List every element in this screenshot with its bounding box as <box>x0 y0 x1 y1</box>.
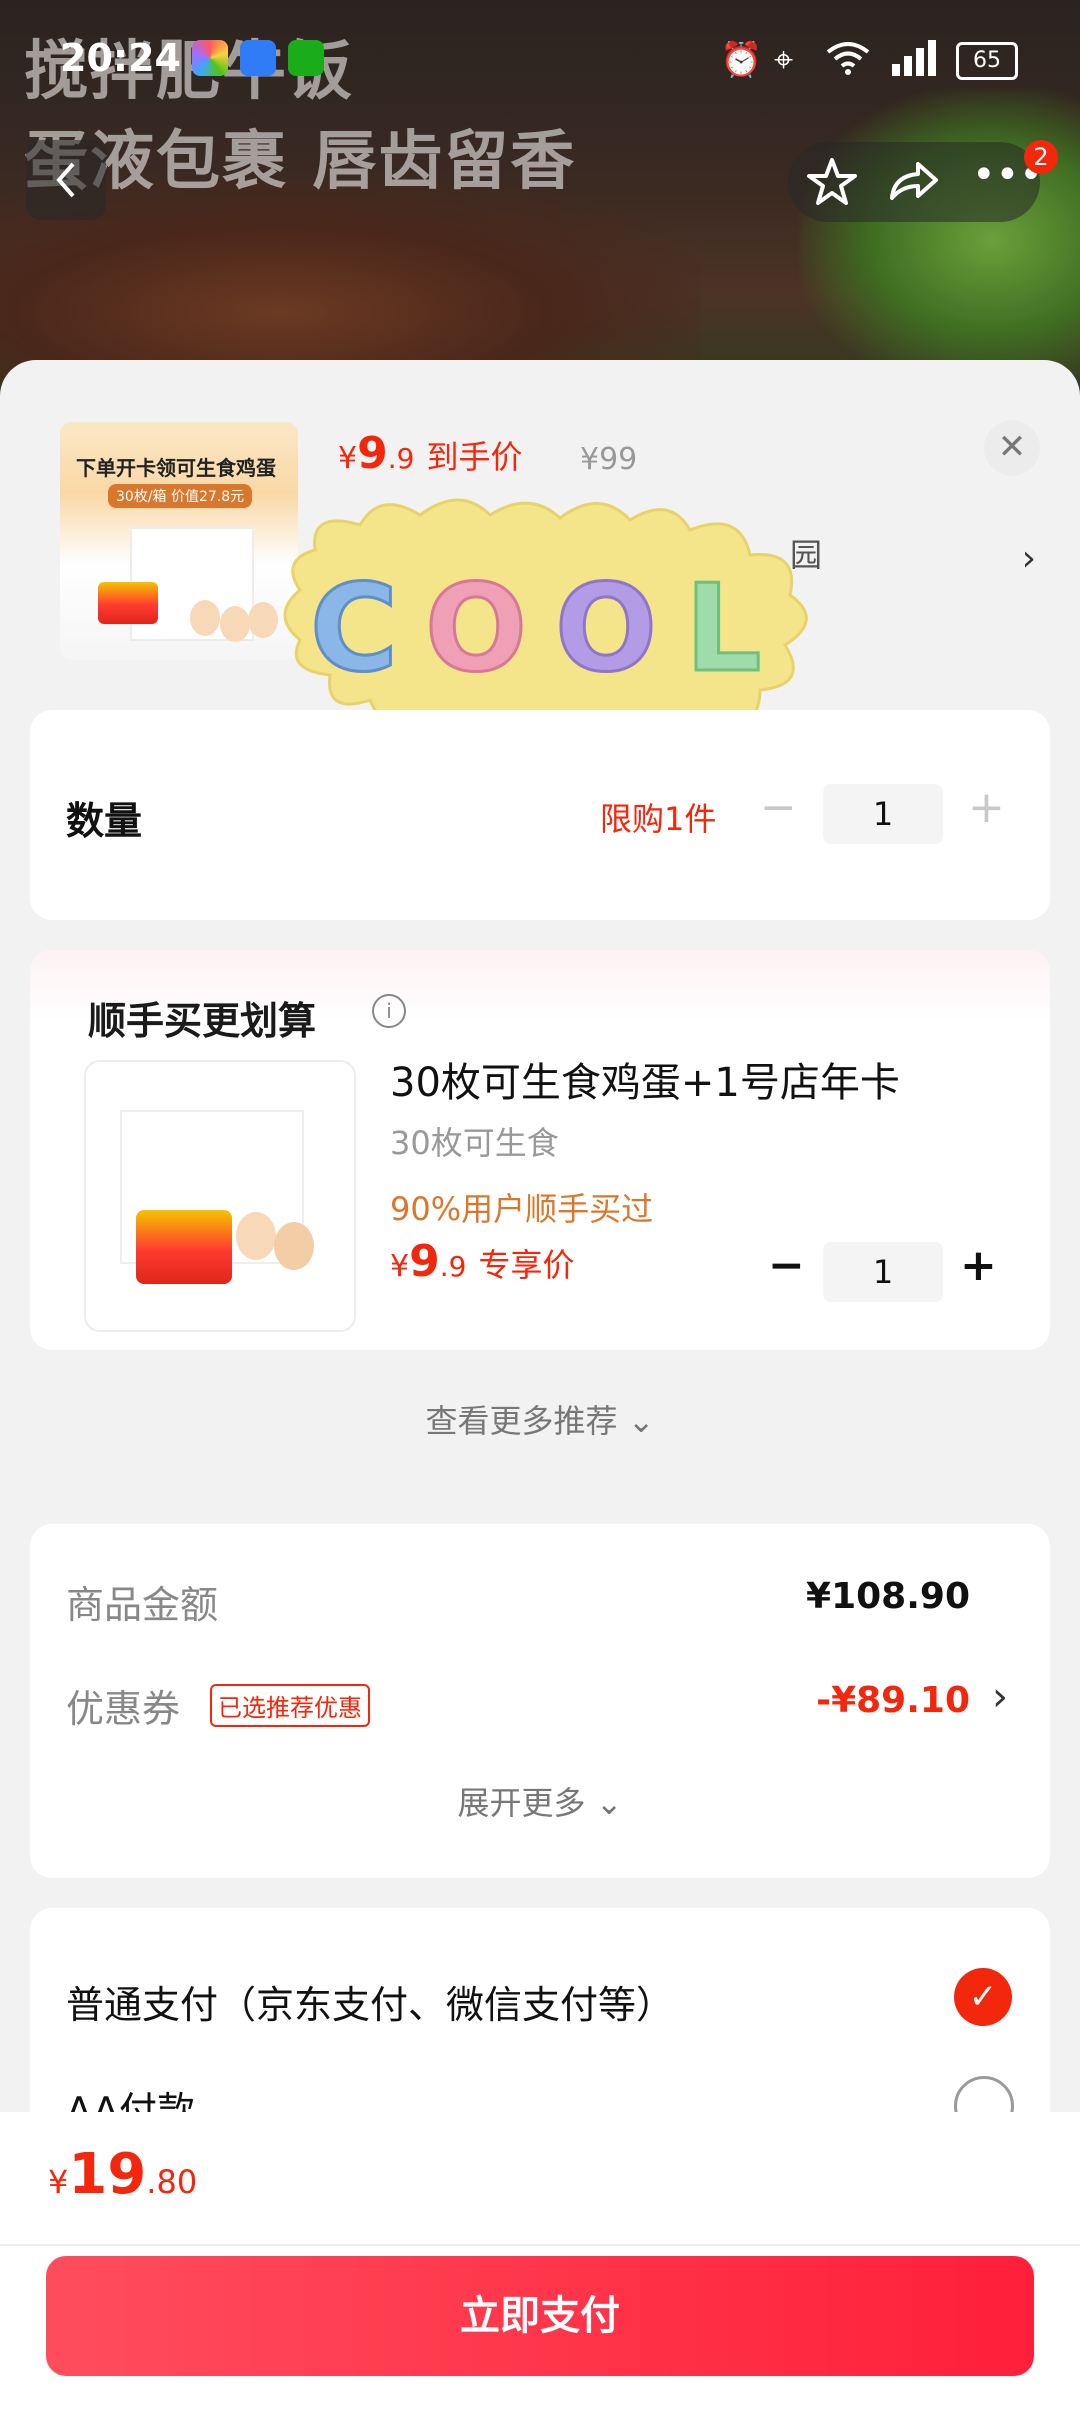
sticker-letter-l: L <box>685 560 761 699</box>
sticker-letter-o: O <box>425 560 527 699</box>
close-icon: ✕ <box>997 427 1027 467</box>
signal-icon <box>890 40 940 85</box>
photos-app-icon <box>192 40 228 76</box>
chevron-down-icon: ⌄ <box>627 1402 655 1440</box>
sticker-letter-o2: O <box>555 560 657 699</box>
share-icon <box>890 162 938 200</box>
payment-option-normal-check[interactable]: ✓ <box>954 1968 1012 2026</box>
price-decimal: .9 <box>439 1250 467 1283</box>
chevron-down-icon: ⌄ <box>595 1784 623 1822</box>
status-bar: 20:24 ⏰ ⌖ 65 <box>0 0 1080 110</box>
expand-more[interactable]: 展开更多 ⌄ <box>30 1778 1050 1824</box>
price-integer: 9 <box>357 428 388 479</box>
payment-option-normal[interactable]: 普通支付（京东支付、微信支付等） <box>66 1974 674 2029</box>
wifi-icon <box>826 40 870 85</box>
see-more-recommend[interactable]: 查看更多推荐 ⌄ <box>0 1396 1080 1442</box>
quantity-minus-button[interactable]: − <box>760 782 797 833</box>
price-symbol: ¥ <box>390 1249 410 1284</box>
wechat-app-icon <box>288 40 324 76</box>
close-button[interactable]: ✕ <box>984 420 1040 476</box>
quantity-label: 数量 <box>66 799 143 843</box>
pay-now-button[interactable]: 立即支付 <box>46 2256 1034 2376</box>
recommend-item-price: ¥9.9 专享价 <box>390 1236 574 1287</box>
product-price: ¥9.9 到手价 <box>338 428 522 479</box>
recommend-item-name[interactable]: 30枚可生食鸡蛋+1号店年卡 <box>390 1050 900 1108</box>
recommend-item-note: 90%用户顺手买过 <box>390 1190 654 1228</box>
info-icon[interactable]: i <box>372 994 406 1028</box>
quantity-card: 数量 限购1件 − 1 + <box>30 710 1050 920</box>
check-icon: ✓ <box>968 1977 998 2017</box>
sticker-letter-c: C <box>310 560 398 699</box>
goods-amount-label: 商品金额 <box>66 1583 219 1627</box>
price-label: 到手价 <box>426 438 523 476</box>
egg-image <box>220 606 250 642</box>
divider <box>0 2244 1080 2246</box>
price-label: 专享价 <box>478 1246 575 1284</box>
browser-app-icon <box>240 40 276 76</box>
alarm-icon: ⏰ <box>720 40 763 80</box>
back-button[interactable] <box>26 140 106 220</box>
recommend-minus-button[interactable]: − <box>768 1240 805 1291</box>
notification-badge: 2 <box>1024 140 1058 174</box>
recommend-card: 顺手买更划算 i 30枚可生食鸡蛋+1号店年卡 30枚可生食 90%用户顺手买过… <box>30 950 1050 1350</box>
price-symbol: ¥ <box>338 441 358 476</box>
location-icon: ⌖ <box>774 40 794 80</box>
favorite-button[interactable] <box>802 152 862 216</box>
member-card-image <box>98 582 158 624</box>
share-button[interactable] <box>884 154 940 214</box>
recommend-plus-button[interactable]: + <box>960 1240 997 1291</box>
purchase-limit: 限购1件 <box>600 800 717 838</box>
egg-image <box>274 1222 314 1270</box>
battery-indicator: 65 <box>956 42 1018 80</box>
chevron-right-icon[interactable]: › <box>1022 538 1036 579</box>
price-summary-card: 商品金额 ¥108.90 优惠券 已选推荐优惠 -¥89.10 › 展开更多 ⌄ <box>30 1524 1050 1878</box>
price-decimal: .9 <box>387 442 415 475</box>
recommend-item-spec: 30枚可生食 <box>390 1124 559 1162</box>
payment-option-aa[interactable]: AA付款 <box>66 2080 195 2112</box>
egg-image <box>190 600 220 636</box>
product-thumbnail[interactable]: 下单开卡领可生食鸡蛋 30枚/箱 价值27.8元 <box>60 422 298 660</box>
chevron-right-icon[interactable]: › <box>992 1674 1008 1720</box>
member-card-image <box>136 1210 232 1284</box>
banner-line-2: 蛋液包裹 唇齿留香 <box>24 125 577 199</box>
expand-more-label: 展开更多 <box>457 1784 586 1822</box>
total-decimal: .80 <box>146 2163 198 2201</box>
checkout-sheet: 下单开卡领可生食鸡蛋 30枚/箱 价值27.8元 ¥9.9 到手价 ¥99 ✕ 园… <box>0 360 1080 2112</box>
original-price: ¥99 <box>580 442 638 477</box>
recommend-quantity[interactable]: 1 <box>823 1242 943 1302</box>
quantity-plus-button[interactable]: + <box>968 782 1005 833</box>
total-integer: 19 <box>68 2142 147 2207</box>
status-time: 20:24 <box>60 36 181 80</box>
top-action-group: ••• <box>788 142 1043 222</box>
coupon-label: 优惠券 <box>66 1687 181 1731</box>
chevron-left-icon <box>56 162 75 198</box>
thumbnail-subtitle: 30枚/箱 价值27.8元 <box>108 484 253 508</box>
recommend-item-image[interactable] <box>84 1060 356 1332</box>
total-price: ¥19.80 <box>48 2142 197 2207</box>
egg-image <box>236 1212 276 1260</box>
banner-greens <box>800 90 1080 390</box>
coupon-value[interactable]: -¥89.10 <box>816 1680 970 1721</box>
payment-card: 普通支付（京东支付、微信支付等） ✓ AA付款 <box>30 1908 1050 2112</box>
see-more-label: 查看更多推荐 <box>425 1402 618 1440</box>
payment-option-aa-radio[interactable] <box>954 2076 1014 2112</box>
goods-amount-value: ¥108.90 <box>806 1576 970 1617</box>
price-integer: 9 <box>409 1236 440 1287</box>
quantity-value[interactable]: 1 <box>823 784 943 844</box>
recommend-title: 顺手买更划算 <box>88 999 317 1043</box>
star-icon <box>807 158 857 205</box>
thumbnail-title: 下单开卡领可生食鸡蛋 <box>76 456 276 480</box>
total-symbol: ¥ <box>48 2163 69 2201</box>
coupon-tag: 已选推荐优惠 <box>210 1684 370 1727</box>
